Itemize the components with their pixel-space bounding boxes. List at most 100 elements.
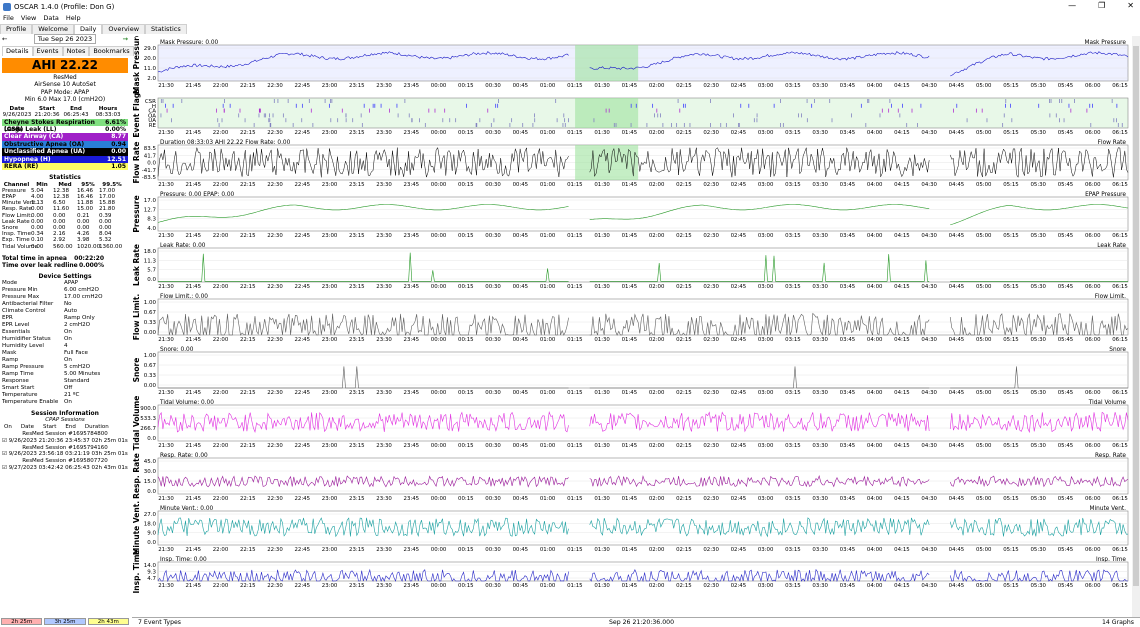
flow-rate-ytick: 83.5 bbox=[144, 146, 157, 152]
leak-rate-xtick: 02:15 bbox=[676, 284, 692, 290]
session-row[interactable]: ☑ 9/27/2023 03:42:42 06:25:43 02h 43m 01… bbox=[2, 465, 128, 472]
menu-view[interactable]: View bbox=[21, 14, 36, 22]
tidal-volume-xtick: 23:30 bbox=[376, 443, 392, 449]
leak-rate-graph[interactable]: Leak Rate Leak Rate: 0.00 Leak Rate18.011.… bbox=[132, 243, 1129, 290]
insp-time-xtick: 05:00 bbox=[976, 583, 992, 589]
close-icon[interactable]: ✕ bbox=[1127, 1, 1134, 10]
next-day-button[interactable]: → bbox=[123, 35, 128, 43]
leak-rate-xtick: 02:45 bbox=[731, 284, 747, 290]
mask-pressure-xtick: 00:00 bbox=[431, 83, 447, 89]
tab-notes[interactable]: Notes bbox=[62, 46, 90, 56]
session-button-2[interactable]: 3h 25m bbox=[44, 618, 86, 625]
menu-file[interactable]: File bbox=[3, 14, 14, 22]
insp-time-ytick: 9.3 bbox=[147, 570, 156, 576]
flow-rate-graph[interactable]: Flow Rate Duration 08:33:03 AHI 22.22 Flo… bbox=[132, 140, 1129, 188]
snore-xtick: 22:00 bbox=[213, 390, 229, 396]
session-row[interactable]: ☑ 9/26/2023 23:56:18 03:21:19 03h 25m 01… bbox=[2, 451, 128, 458]
tidal-volume-xtick: 01:30 bbox=[594, 443, 610, 449]
flow-rate-xtick: 03:15 bbox=[785, 182, 801, 188]
session-checkbox[interactable]: ☑ bbox=[2, 465, 9, 471]
event-label: Clear Airway (CA) bbox=[4, 133, 64, 141]
session-button-1[interactable]: 2h 25m bbox=[1, 618, 43, 625]
event-row: Cheyne Stokes Respiration (CSR) 6.61% bbox=[2, 118, 128, 133]
ahi-banner: AHI 22.22 bbox=[2, 58, 128, 73]
maximize-icon[interactable]: ❐ bbox=[1098, 1, 1105, 10]
minute-vent-xtick: 03:45 bbox=[840, 547, 856, 553]
pressure-graph[interactable]: PressurePressure: 0.00 EPAP: 0.00 EPAP Pr… bbox=[132, 192, 1129, 239]
snore-graph[interactable]: SnoreSnore: 0.00 Snore1.000.670.330.0021:… bbox=[132, 347, 1129, 396]
event-flags-xtick: 06:00 bbox=[1085, 130, 1101, 136]
date-picker[interactable]: Tue Sep 26 2023 bbox=[33, 34, 97, 44]
session-checkbox[interactable]: ☑ bbox=[2, 438, 9, 444]
tab-details[interactable]: Details bbox=[2, 46, 33, 56]
resp-rate-xtick: 01:45 bbox=[622, 496, 638, 502]
mask-pressure-xtick: 22:15 bbox=[240, 83, 256, 89]
event-flags-xtick: 01:45 bbox=[622, 130, 638, 136]
event-label: Unclassified Apnea (UA) bbox=[4, 148, 86, 156]
event-flags-graph[interactable]: Event Flags CSRHCAOAUARE21:30 21:45 22:00 22… bbox=[132, 88, 1129, 138]
leak-rate-xtick: 22:15 bbox=[240, 284, 256, 290]
leak-rate-plot-area[interactable] bbox=[157, 247, 1129, 283]
mask-pressure-xtick: 03:45 bbox=[840, 83, 856, 89]
event-flags-plot-area[interactable] bbox=[157, 97, 1129, 129]
mask-pressure-graph[interactable]: Mask Pressure Mask Pressure: 0.00 Mask Pre… bbox=[132, 36, 1129, 94]
event-flags-xtick: 00:00 bbox=[431, 130, 447, 136]
machine-info: ResMed AirSense 10 AutoSet PAP Mode: APA… bbox=[2, 74, 128, 103]
tab-profile[interactable]: Profile bbox=[0, 24, 33, 34]
prev-day-button[interactable]: ← bbox=[2, 35, 7, 43]
tidal-volume-xtick: 21:30 bbox=[158, 443, 174, 449]
flow-rate-xtick: 00:30 bbox=[485, 182, 501, 188]
minute-vent-xtick: 00:45 bbox=[513, 547, 529, 553]
scrollbar-thumb[interactable] bbox=[1133, 46, 1139, 586]
event-flags-xtick: 02:15 bbox=[676, 130, 692, 136]
tidal-volume-plot-area[interactable] bbox=[157, 404, 1129, 442]
minimize-icon[interactable]: — bbox=[1068, 1, 1076, 10]
menu-data[interactable]: Data bbox=[43, 14, 59, 22]
insp-time-xtick: 00:15 bbox=[458, 583, 474, 589]
pressure-plot-area[interactable] bbox=[157, 196, 1129, 232]
resp-rate-graph[interactable]: Resp. Rate Resp. Rate: 0.00 Resp. Rate45.0… bbox=[132, 453, 1129, 502]
insp-time-graph[interactable]: Insp. Time Insp. Time: 0.00 Insp. Time14.0… bbox=[132, 549, 1129, 594]
session-row[interactable]: ☑ 9/26/2023 21:20:36 23:45:37 02h 25m 01… bbox=[2, 438, 128, 445]
flow-rate-xtick: 23:15 bbox=[349, 182, 365, 188]
leak-rate-xtick: 04:45 bbox=[949, 284, 965, 290]
snore-xtick: 04:15 bbox=[894, 390, 910, 396]
snore-xtick: 01:00 bbox=[540, 390, 556, 396]
graph-scrollbar[interactable] bbox=[1132, 36, 1140, 617]
event-types-dropdown[interactable]: 7 Event Types bbox=[138, 619, 181, 626]
tab-daily[interactable]: Daily bbox=[73, 24, 103, 34]
stats-cell: 0.00 bbox=[31, 243, 44, 250]
mask-pressure-xtick: 00:45 bbox=[513, 83, 529, 89]
tidal-volume-xtick: 21:45 bbox=[185, 443, 201, 449]
event-row: Obstructive Apnea (OA) 0.94 bbox=[2, 140, 128, 149]
tab-bookmarks[interactable]: Bookmarks bbox=[89, 46, 134, 56]
menu-help[interactable]: Help bbox=[66, 14, 81, 22]
snore-plot-area[interactable] bbox=[157, 351, 1129, 389]
tidal-volume-xtick: 05:30 bbox=[1030, 443, 1046, 449]
session-checkbox[interactable]: ☑ bbox=[2, 451, 9, 457]
event-label: Large Leak (LL) bbox=[4, 125, 57, 133]
graph-area[interactable]: Mask Pressure Mask Pressure: 0.00 Mask Pre… bbox=[132, 36, 1132, 616]
session-list: CPAP Sessions On Date Start End Duration… bbox=[2, 417, 128, 471]
flow-limit-xtick: 05:30 bbox=[1030, 337, 1046, 343]
flow-limit-graph[interactable]: Flow Limit. Flow Limit.: 0.00 Flow Limit.1… bbox=[132, 294, 1129, 343]
snore-xtick: 01:45 bbox=[622, 390, 638, 396]
snore-xtick: 03:15 bbox=[785, 390, 801, 396]
snore-xtick: 00:15 bbox=[458, 390, 474, 396]
tab-statistics[interactable]: Statistics bbox=[145, 24, 187, 34]
tidal-volume-graph[interactable]: Tidal Volume Tidal Volume: 0.00 Tidal Volu… bbox=[132, 396, 1129, 451]
flow-limit-xtick: 23:15 bbox=[349, 337, 365, 343]
insp-time-xtick: 05:15 bbox=[1003, 583, 1019, 589]
graphs-dropdown[interactable]: 14 Graphs bbox=[1102, 619, 1134, 626]
flow-limit-xtick: 03:15 bbox=[785, 337, 801, 343]
detail-tabs: Details Events Notes Bookmarks bbox=[2, 46, 134, 56]
leak-rate-xtick: 01:45 bbox=[622, 284, 638, 290]
mask-pressure-plot-area[interactable] bbox=[157, 44, 1129, 82]
tab-overview[interactable]: Overview bbox=[102, 24, 146, 34]
mask-pressure-xtick: 22:00 bbox=[213, 83, 229, 89]
insp-time-xtick: 23:00 bbox=[322, 583, 338, 589]
minute-vent-graph[interactable]: Minute Vent. Minute Vent.: 0.00 Minute Ven… bbox=[132, 501, 1129, 555]
tab-events[interactable]: Events bbox=[32, 46, 63, 56]
tab-welcome[interactable]: Welcome bbox=[32, 24, 74, 34]
session-button-3[interactable]: 2h 43m bbox=[87, 618, 129, 625]
